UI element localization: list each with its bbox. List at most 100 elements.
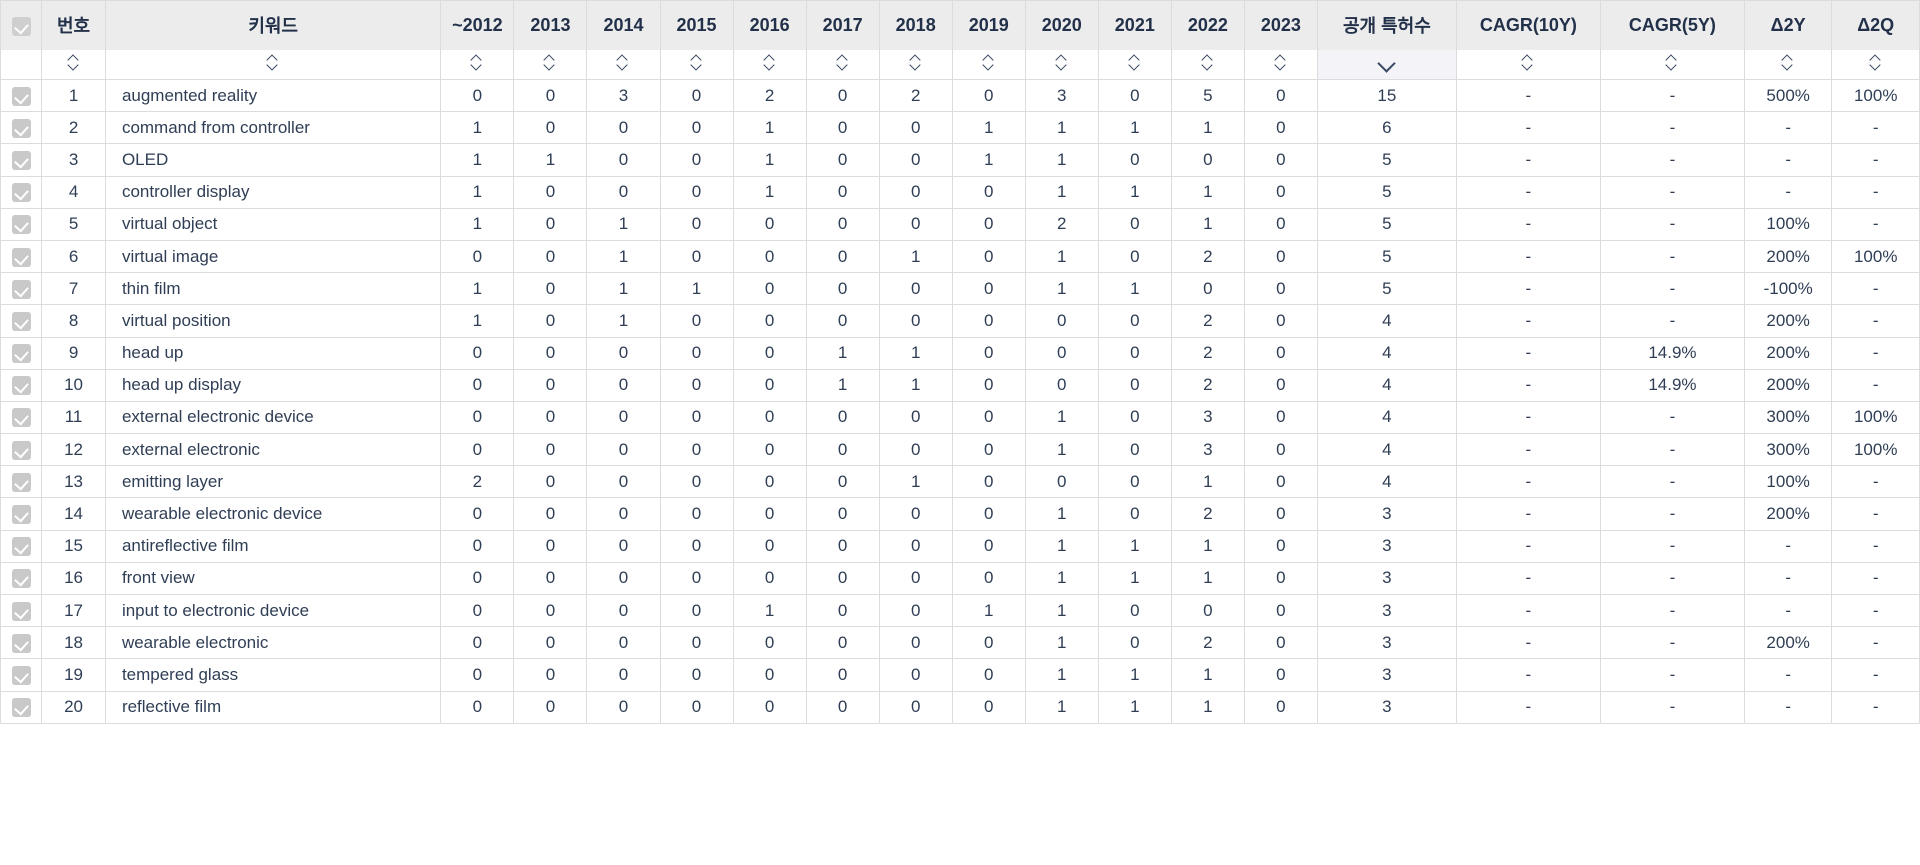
column-header-year-7[interactable]: 2019	[951, 0, 1026, 50]
row-checkbox[interactable]	[11, 505, 31, 525]
table-row[interactable]: 13 emitting layer 2 0 0 0 0 0 1 0 0 0 1 0 4- -100% -	[0, 465, 1920, 499]
table-row[interactable]: 8 virtual position 1 0 1 0 0 0 0 0 0 0 2 0 4- -200% -	[0, 304, 1920, 338]
sort-updown-icon[interactable]	[1275, 53, 1287, 70]
sort-cell-cagr-5y[interactable]	[1599, 49, 1745, 80]
sort-cell-year-6[interactable]	[878, 49, 953, 80]
row-checkbox[interactable]	[11, 215, 31, 235]
sort-cell-delta-2y[interactable]	[1743, 49, 1833, 80]
table-row[interactable]: 16 front view 0 0 0 0 0 0 0 0 1 1 1 0 3- - - -	[0, 561, 1920, 596]
column-header-year-11[interactable]: 2023	[1243, 0, 1318, 50]
sort-cell-keyword[interactable]	[104, 49, 442, 80]
sort-updown-icon[interactable]	[983, 53, 995, 70]
table-row[interactable]: 6 virtual image 0 0 1 0 0 0 1 0 1 0 2 0 5- -200% 100%	[0, 239, 1920, 274]
column-header-year-9[interactable]: 2021	[1097, 0, 1172, 50]
sort-updown-icon[interactable]	[764, 53, 776, 70]
sort-cell-year-10[interactable]	[1170, 49, 1245, 80]
column-header-year-1[interactable]: 2013	[513, 0, 588, 50]
row-checkbox[interactable]	[11, 311, 31, 331]
row-select-cell[interactable]	[0, 207, 43, 241]
row-checkbox[interactable]	[11, 569, 31, 589]
row-select-cell[interactable]	[0, 593, 43, 628]
row-checkbox[interactable]	[11, 376, 31, 396]
row-checkbox[interactable]	[11, 698, 31, 718]
row-checkbox[interactable]	[11, 537, 31, 557]
table-row[interactable]: 18 wearable electronic 0 0 0 0 0 0 0 0 1 0 2 0 3- -200%…	[0, 626, 1920, 660]
row-select-cell[interactable]	[0, 690, 43, 724]
sort-cell-year-8[interactable]	[1024, 49, 1099, 80]
column-header-cagr-10y[interactable]: CAGR(10Y)	[1455, 0, 1601, 50]
sort-cell-number[interactable]	[41, 49, 106, 80]
sort-cell-year-5[interactable]	[805, 49, 880, 80]
column-header-year-8[interactable]: 2020	[1024, 0, 1099, 50]
row-checkbox[interactable]	[11, 633, 31, 653]
sort-updown-icon[interactable]	[471, 53, 483, 70]
sort-updown-icon[interactable]	[1782, 53, 1794, 70]
sort-updown-icon[interactable]	[1202, 53, 1214, 70]
row-checkbox[interactable]	[11, 665, 31, 685]
table-row[interactable]: 19 tempered glass 0 0 0 0 0 0 0 0 1 1 1 0 3- - - -	[0, 658, 1920, 692]
column-header-year-3[interactable]: 2015	[659, 0, 734, 50]
table-row[interactable]: 1 augmented reality 0 0 3 0 2 0 2 0 3 0 5 0 15- -500% 10…	[0, 78, 1920, 113]
sort-cell-delta-2q[interactable]	[1831, 49, 1920, 80]
row-checkbox[interactable]	[11, 408, 31, 428]
table-row[interactable]: 15 antireflective film 0 0 0 0 0 0 0 0 1 1 1 0 3- - - -	[0, 529, 1920, 563]
sort-cell-year-1[interactable]	[513, 49, 588, 80]
column-header-year-5[interactable]: 2017	[805, 0, 880, 50]
row-select-cell[interactable]	[0, 465, 43, 499]
row-checkbox[interactable]	[11, 344, 31, 364]
column-header-total-patents[interactable]: 공개 특허수	[1316, 0, 1457, 50]
column-header-keyword[interactable]: 키워드	[104, 0, 442, 50]
column-header-delta-2q[interactable]: Δ2Q	[1831, 0, 1920, 50]
row-checkbox[interactable]	[11, 118, 31, 138]
row-checkbox[interactable]	[11, 86, 31, 106]
row-checkbox[interactable]	[11, 601, 31, 621]
row-select-cell[interactable]	[0, 111, 43, 145]
sort-updown-icon[interactable]	[68, 53, 80, 70]
row-checkbox[interactable]	[11, 279, 31, 299]
row-select-cell[interactable]	[0, 561, 43, 596]
sort-updown-icon[interactable]	[267, 53, 279, 70]
row-checkbox[interactable]	[11, 472, 31, 492]
row-select-cell[interactable]	[0, 304, 43, 338]
column-header-year-6[interactable]: 2018	[878, 0, 953, 50]
sort-updown-icon[interactable]	[544, 53, 556, 70]
sort-cell-total-patents[interactable]	[1316, 49, 1457, 80]
table-row[interactable]: 4 controller display 1 0 0 0 1 0 0 0 1 1 1 0 5- - - -	[0, 175, 1920, 209]
table-row[interactable]: 20 reflective film 0 0 0 0 0 0 0 0 1 1 1 0 3- - - -	[0, 690, 1920, 724]
row-checkbox[interactable]	[11, 440, 31, 460]
row-select-cell[interactable]	[0, 433, 43, 467]
row-select-cell[interactable]	[0, 368, 43, 402]
sort-cell-year-7[interactable]	[951, 49, 1026, 80]
table-row[interactable]: 2 command from controller 1 0 0 0 1 0 0 1 1 1 1 0 6- - -…	[0, 111, 1920, 145]
sort-updown-icon[interactable]	[837, 53, 849, 70]
table-row[interactable]: 12 external electronic 0 0 0 0 0 0 0 0 1 0 3 0 4- -300%…	[0, 433, 1920, 467]
column-header-year-2[interactable]: 2014	[586, 0, 661, 50]
column-header-number[interactable]: 번호	[41, 0, 106, 50]
table-row[interactable]: 7 thin film 1 0 1 1 0 0 0 0 1 1 0 0 5- - -100% -	[0, 272, 1920, 306]
sort-cell-year-9[interactable]	[1097, 49, 1172, 80]
table-row[interactable]: 3 OLED 1 1 0 0 1 0 0 1 1 0 0 0 5- - - -	[0, 143, 1920, 177]
row-select-cell[interactable]	[0, 497, 43, 531]
column-header-delta-2y[interactable]: Δ2Y	[1743, 0, 1833, 50]
row-checkbox[interactable]	[11, 183, 31, 203]
sort-updown-icon[interactable]	[1870, 53, 1882, 70]
row-select-cell[interactable]	[0, 239, 43, 274]
sort-updown-icon[interactable]	[617, 53, 629, 70]
row-select-cell[interactable]	[0, 272, 43, 306]
row-select-cell[interactable]	[0, 143, 43, 177]
select-all-checkbox[interactable]	[11, 16, 31, 36]
table-row[interactable]: 5 virtual object 1 0 1 0 0 0 0 0 2 0 1 0 5- -100% -	[0, 207, 1920, 241]
row-select-cell[interactable]	[0, 658, 43, 692]
sort-cell-year-0[interactable]	[440, 49, 515, 80]
sort-cell-year-3[interactable]	[659, 49, 734, 80]
sort-updown-icon[interactable]	[1522, 53, 1534, 70]
table-row[interactable]: 14 wearable electronic device 0 0 0 0 0 0 0 0 1 0 2 0…	[0, 497, 1920, 531]
row-select-cell[interactable]	[0, 175, 43, 209]
table-row[interactable]: 17 input to electronic device 0 0 0 0 1 0 0 1 1 0 0 0…	[0, 593, 1920, 628]
column-header-year-10[interactable]: 2022	[1170, 0, 1245, 50]
sort-updown-icon[interactable]	[1129, 53, 1141, 70]
column-header-year-4[interactable]: 2016	[732, 0, 807, 50]
select-all-header-cell[interactable]	[0, 0, 43, 50]
row-select-cell[interactable]	[0, 400, 43, 435]
sort-updown-icon[interactable]	[1056, 53, 1068, 70]
